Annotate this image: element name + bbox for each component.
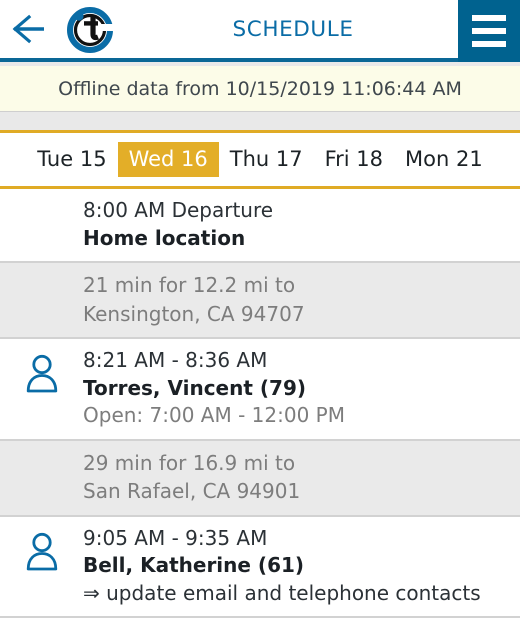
schedule-app: SCHEDULE Offline data from 10/15/2019 11… xyxy=(0,0,520,643)
offline-data-text: Offline data from 10/15/2019 11:06:44 AM xyxy=(58,77,462,100)
arrow-left-icon xyxy=(10,13,50,45)
row-body: 8:21 AM - 8:36 AM Torres, Vincent (79) O… xyxy=(83,347,510,430)
schedule-list: 8:00 AM Departure Home location 21 min f… xyxy=(0,189,520,635)
banner-spacer xyxy=(0,112,520,133)
row-icon-slot-empty xyxy=(0,197,83,243)
row-icon-slot-empty xyxy=(0,449,83,495)
date-tab-thu-17[interactable]: Thu 17 xyxy=(219,142,314,177)
client-name: Torres, Vincent (79) xyxy=(83,375,306,400)
date-tab-wed-16[interactable]: Wed 16 xyxy=(117,142,219,177)
hamburger-bar-2 xyxy=(472,28,506,34)
person-icon xyxy=(0,347,83,393)
schedule-row-travel-2[interactable]: 29 min for 16.9 mi to San Rafael, CA 949… xyxy=(0,440,520,517)
travel-destination: San Rafael, CA 94901 xyxy=(83,479,301,504)
date-tab-bar: Tue 15 Wed 16 Thu 17 Fri 18 Mon 21 xyxy=(0,133,520,189)
date-tab-tue-15[interactable]: Tue 15 xyxy=(26,142,117,177)
person-icon xyxy=(0,525,83,571)
departure-location: Home location xyxy=(83,225,246,250)
row-body: 8:00 AM Departure Home location xyxy=(83,197,510,252)
schedule-row-departure[interactable]: 8:00 AM Departure Home location xyxy=(0,189,520,264)
list-bottom-padding xyxy=(0,635,520,643)
appointment-time: 9:05 AM - 9:35 AM xyxy=(83,525,268,550)
brand-t-logo-icon xyxy=(60,0,120,58)
date-tab-fri-18[interactable]: Fri 18 xyxy=(314,142,394,177)
schedule-row-appointment-bell[interactable]: 9:05 AM - 9:35 AM Bell, Katherine (61) ⇒… xyxy=(0,516,520,619)
offline-data-banner: Offline data from 10/15/2019 11:06:44 AM xyxy=(0,66,520,112)
schedule-row-appointment-torres[interactable]: 8:21 AM - 8:36 AM Torres, Vincent (79) O… xyxy=(0,338,520,441)
client-name: Bell, Katherine (61) xyxy=(83,553,305,578)
hamburger-bar-3 xyxy=(472,41,506,47)
row-body: 9:05 AM - 9:35 AM Bell, Katherine (61) ⇒… xyxy=(83,525,510,608)
open-hours: Open: 7:00 AM - 12:00 PM xyxy=(83,403,345,428)
row-icon-slot-empty xyxy=(0,271,83,317)
schedule-row-travel-1[interactable]: 21 min for 12.2 mi to Kensington, CA 947… xyxy=(0,263,520,339)
departure-time: 8:00 AM Departure xyxy=(83,198,274,222)
date-tab-mon-21[interactable]: Mon 21 xyxy=(394,142,494,177)
appointment-time: 8:21 AM - 8:36 AM xyxy=(83,347,268,372)
hamburger-menu-button[interactable] xyxy=(458,0,520,62)
appointment-note: ⇒ update email and telephone contacts xyxy=(83,580,481,605)
row-body: 21 min for 12.2 mi to Kensington, CA 947… xyxy=(83,271,510,328)
app-header: SCHEDULE xyxy=(0,0,520,62)
travel-duration-distance: 29 min for 16.9 mi to xyxy=(83,450,296,475)
hamburger-bar-1 xyxy=(472,15,506,21)
travel-duration-distance: 21 min for 12.2 mi to xyxy=(83,273,296,298)
row-body: 29 min for 16.9 mi to San Rafael, CA 949… xyxy=(83,449,510,506)
back-button[interactable] xyxy=(0,0,60,58)
travel-destination: Kensington, CA 94707 xyxy=(83,301,305,326)
